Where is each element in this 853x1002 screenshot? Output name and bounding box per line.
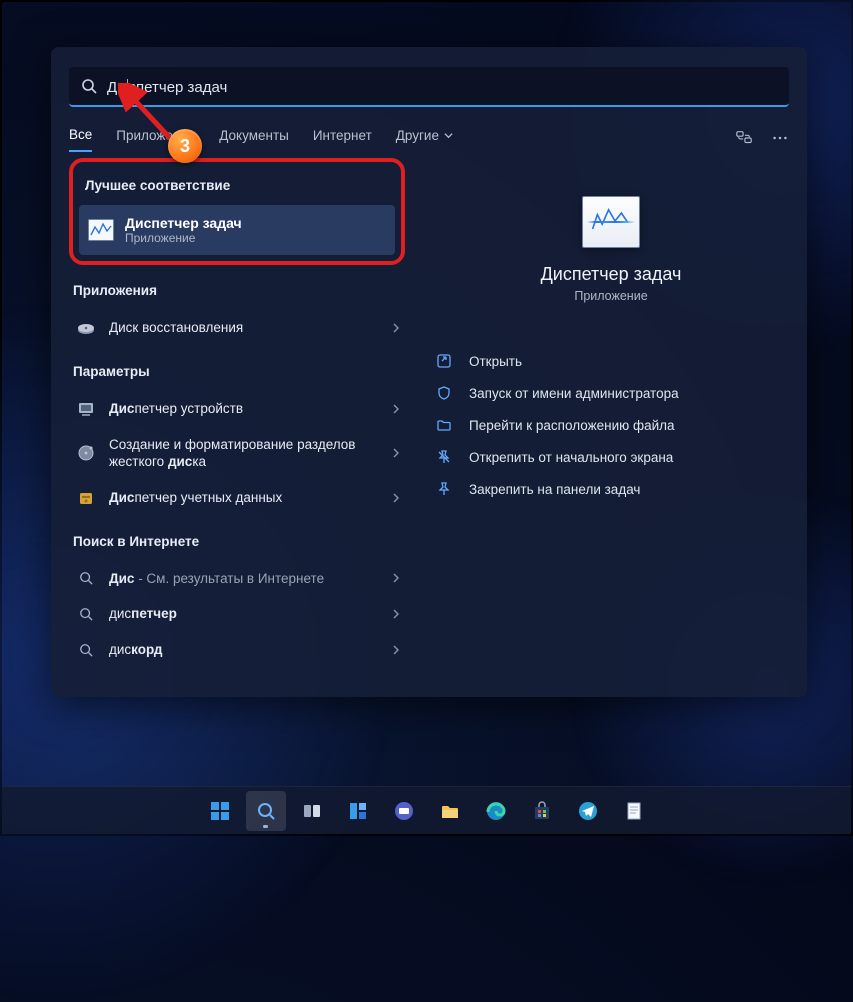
annotation-highlight: Лучшее соответствие Диспетчер задач Прил… — [69, 158, 405, 265]
search-icon — [81, 78, 97, 94]
setting-label: Диспетчер устройств — [109, 400, 391, 418]
credential-icon — [73, 489, 99, 507]
taskbar — [2, 786, 851, 834]
taskbar-explorer[interactable] — [430, 791, 470, 831]
unpin-icon — [433, 449, 455, 465]
section-best-match: Лучшее соответствие — [79, 168, 395, 205]
setting-disk-management[interactable]: Создание и форматирование разделов жестк… — [69, 427, 405, 480]
section-web: Поиск в Интернете — [69, 516, 405, 561]
preview-title: Диспетчер задач — [433, 264, 789, 285]
setting-credential-manager[interactable]: Диспетчер учетных данных — [69, 480, 405, 516]
action-open-location[interactable]: Перейти к расположению файла — [433, 409, 789, 441]
chevron-down-icon — [444, 131, 453, 140]
taskbar-search[interactable] — [246, 791, 286, 831]
app-label: Диск восстановления — [109, 319, 391, 337]
disk-partition-icon — [73, 444, 99, 462]
taskbar-edge[interactable] — [476, 791, 516, 831]
action-run-admin[interactable]: Запуск от имени администратора — [433, 377, 789, 409]
app-recovery-drive[interactable]: Диск восстановления — [69, 310, 405, 346]
section-settings: Параметры — [69, 346, 405, 391]
tab-documents[interactable]: Документы — [219, 128, 289, 151]
preview-app-icon — [582, 196, 640, 248]
web-label: диспетчер — [109, 605, 391, 623]
web-label: дискорд — [109, 641, 391, 659]
section-apps: Приложения — [69, 265, 405, 310]
search-icon — [73, 571, 99, 585]
taskbar-chat[interactable] — [384, 791, 424, 831]
action-pin-taskbar[interactable]: Закрепить на панели задач — [433, 473, 789, 505]
taskbar-start[interactable] — [200, 791, 240, 831]
web-search-discord[interactable]: дискорд — [69, 632, 405, 668]
more-options-icon[interactable] — [771, 129, 789, 150]
tab-all[interactable]: Все — [69, 127, 92, 152]
taskbar-widgets[interactable] — [338, 791, 378, 831]
drive-icon — [73, 320, 99, 336]
quick-search-icon[interactable] — [735, 129, 753, 150]
preview-subtitle: Приложение — [433, 289, 789, 303]
chevron-right-icon — [391, 448, 401, 458]
web-search-dispatcher[interactable]: диспетчер — [69, 596, 405, 632]
result-subtitle: Приложение — [125, 231, 242, 245]
tab-more[interactable]: Другие — [396, 128, 453, 151]
search-icon — [73, 643, 99, 657]
taskbar-taskview[interactable] — [292, 791, 332, 831]
admin-shield-icon — [433, 385, 455, 401]
action-unpin-start[interactable]: Открепить от начального экрана — [433, 441, 789, 473]
pin-icon — [433, 481, 455, 497]
setting-device-manager[interactable]: Диспетчер устройств — [69, 391, 405, 427]
web-label: Дис - См. результаты в Интернете — [109, 570, 391, 588]
result-title: Диспетчер задач — [125, 215, 242, 231]
annotation-step-badge: 3 — [168, 129, 202, 163]
chevron-right-icon — [391, 573, 401, 583]
task-manager-icon — [87, 219, 115, 241]
chevron-right-icon — [391, 609, 401, 619]
tab-web[interactable]: Интернет — [313, 128, 372, 151]
web-search-dis[interactable]: Дис - См. результаты в Интернете — [69, 561, 405, 597]
result-task-manager[interactable]: Диспетчер задач Приложение — [79, 205, 395, 255]
chevron-right-icon — [391, 404, 401, 414]
folder-icon — [433, 417, 455, 433]
setting-label: Диспетчер учетных данных — [109, 489, 391, 507]
open-icon — [433, 353, 455, 369]
setting-label: Создание и форматирование разделов жестк… — [109, 436, 391, 471]
device-manager-icon — [73, 400, 99, 418]
chevron-right-icon — [391, 323, 401, 333]
taskbar-notepad[interactable] — [614, 791, 654, 831]
preview-pane: Диспетчер задач Приложение Открыть Запус… — [405, 156, 789, 667]
chevron-right-icon — [391, 493, 401, 503]
taskbar-store[interactable] — [522, 791, 562, 831]
action-open[interactable]: Открыть — [433, 345, 789, 377]
search-icon — [73, 607, 99, 621]
taskbar-telegram[interactable] — [568, 791, 608, 831]
chevron-right-icon — [391, 645, 401, 655]
